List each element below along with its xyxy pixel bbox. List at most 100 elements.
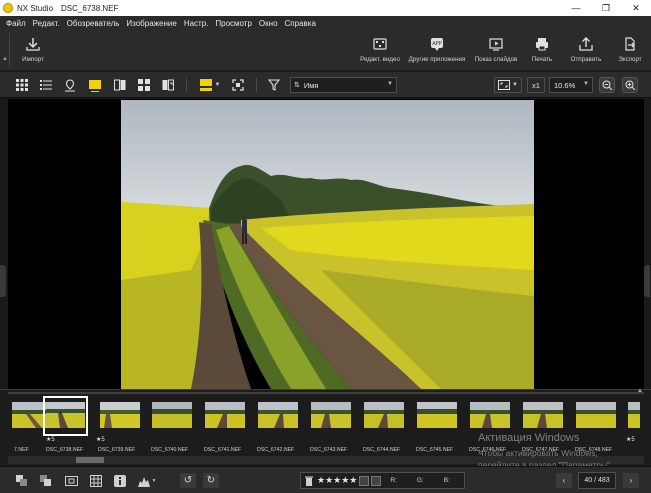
image-viewer[interactable] bbox=[0, 99, 650, 389]
sort-dropdown[interactable]: ⇅ Имя ▼ bbox=[290, 77, 397, 93]
sidebar-handle[interactable] bbox=[8, 33, 14, 67]
main-photo[interactable] bbox=[121, 100, 534, 389]
thumbnail[interactable] bbox=[311, 402, 351, 428]
filmstrip: ▲ ★5 ★5 ★5 7.NEF DSC_6738.NEF DSC_6739.N… bbox=[0, 388, 651, 470]
next-image-button[interactable]: › bbox=[623, 473, 639, 488]
menu-help[interactable]: Справка bbox=[285, 19, 316, 28]
stack-icon bbox=[16, 474, 27, 486]
chevron-down-icon: ▼ bbox=[151, 477, 157, 484]
list-view-button[interactable] bbox=[38, 77, 54, 93]
other-apps-label: Другие приложения bbox=[408, 56, 466, 63]
right-panel-handle[interactable] bbox=[644, 265, 650, 297]
before-after-button[interactable] bbox=[160, 77, 176, 93]
send-button[interactable]: Отправить bbox=[568, 35, 604, 67]
thumbnail-name: DSC_6739.NEF bbox=[98, 447, 136, 453]
zoom-in-button[interactable] bbox=[621, 77, 639, 93]
protect-box[interactable] bbox=[371, 475, 382, 486]
import-button[interactable]: Импорт bbox=[18, 35, 48, 67]
close-button[interactable]: ✕ bbox=[621, 0, 651, 16]
b-value-label: B: bbox=[443, 477, 450, 484]
thumbnail-rating: ★5 bbox=[626, 437, 635, 443]
fullscreen-button[interactable] bbox=[230, 77, 246, 93]
print-button[interactable]: Печать bbox=[528, 35, 556, 67]
export-label: Экспорт bbox=[618, 56, 642, 63]
activation-watermark-title: Активация Windows bbox=[478, 432, 580, 444]
scrollbar-thumb[interactable] bbox=[76, 457, 104, 463]
menu-window[interactable]: Окно bbox=[259, 19, 278, 28]
maximize-button[interactable]: ❐ bbox=[591, 0, 621, 16]
zoom-out-button[interactable] bbox=[598, 77, 616, 93]
thumbnail[interactable] bbox=[364, 402, 404, 428]
frame-icon bbox=[64, 475, 78, 486]
left-panel-handle[interactable] bbox=[0, 265, 6, 297]
other-apps-button[interactable]: APP Другие приложения bbox=[405, 35, 469, 67]
thumbnail-name: DSC_6741.NEF bbox=[204, 447, 242, 453]
fullscreen-icon bbox=[232, 79, 244, 91]
chevron-down-icon: ▼ bbox=[583, 81, 589, 87]
chevron-down-icon: ▼ bbox=[512, 82, 518, 88]
chevron-right-icon: › bbox=[629, 476, 633, 485]
thumbnail[interactable] bbox=[576, 402, 616, 428]
rating-stars[interactable]: ★★★★★ bbox=[317, 475, 357, 486]
quad-view-button[interactable] bbox=[136, 77, 152, 93]
filter-icon bbox=[268, 79, 280, 91]
thumbnail[interactable] bbox=[258, 402, 298, 428]
menu-file[interactable]: Файл bbox=[6, 19, 26, 28]
thumbnail[interactable] bbox=[205, 402, 245, 428]
menu-browser[interactable]: Обозреватель bbox=[67, 19, 120, 28]
thumbnail-name: 7.NEF bbox=[14, 447, 29, 453]
compare-view-button[interactable] bbox=[112, 77, 128, 93]
info-button[interactable] bbox=[112, 473, 128, 488]
menu-image[interactable]: Изображение bbox=[126, 19, 176, 28]
stack-button[interactable] bbox=[14, 473, 30, 488]
thumbnail[interactable] bbox=[628, 402, 640, 428]
thumbnail[interactable] bbox=[417, 402, 457, 428]
print-label: Печать bbox=[531, 56, 553, 63]
slideshow-button[interactable]: Показ слайдов bbox=[472, 35, 520, 67]
view-toolbar: ▼ ⇅ Имя ▼ ▼ x1 10.6% ▼ bbox=[0, 72, 651, 98]
histogram-button[interactable]: ▼ bbox=[136, 473, 158, 488]
trash-icon[interactable] bbox=[305, 476, 313, 486]
actual-size-button[interactable]: x1 bbox=[527, 77, 545, 93]
single-view-button[interactable] bbox=[86, 77, 104, 93]
map-view-button[interactable] bbox=[62, 77, 78, 93]
thumbnail[interactable] bbox=[100, 402, 140, 428]
image-counter: 40 / 483 bbox=[578, 472, 616, 489]
film-edit-icon bbox=[371, 35, 389, 53]
chevron-up-icon[interactable]: ▲ bbox=[637, 388, 643, 394]
layout-dropdown-button[interactable]: ▼ bbox=[198, 77, 222, 93]
chevron-down-icon: ▼ bbox=[387, 81, 393, 87]
menu-settings[interactable]: Настр. bbox=[184, 19, 209, 28]
quad-icon bbox=[138, 79, 150, 91]
previous-image-button[interactable]: ‹ bbox=[556, 473, 572, 488]
thumbnail[interactable] bbox=[152, 402, 192, 428]
rotate-left-button[interactable]: ↺ bbox=[180, 473, 196, 488]
edit-video-button[interactable]: Редакт. видео bbox=[358, 35, 402, 67]
unstack-button[interactable] bbox=[38, 473, 54, 488]
minimize-button[interactable]: — bbox=[561, 0, 591, 16]
export-button[interactable]: Экспорт bbox=[614, 35, 646, 67]
thumbnail[interactable] bbox=[523, 402, 563, 428]
zoom-dropdown[interactable]: 10.6% ▼ bbox=[549, 77, 593, 93]
thumbnail-selected[interactable] bbox=[46, 402, 85, 428]
chevron-down-icon: ▼ bbox=[214, 82, 221, 88]
edit-video-label: Редакт. видео bbox=[360, 56, 400, 63]
share-icon bbox=[577, 35, 595, 53]
label-color-box[interactable] bbox=[359, 475, 370, 486]
rotate-right-button[interactable]: ↻ bbox=[203, 473, 219, 488]
compare-icon bbox=[114, 79, 126, 91]
grid-view-button[interactable] bbox=[14, 77, 30, 93]
collapse-arrow-icon[interactable]: ▲ bbox=[2, 56, 8, 62]
frame-button[interactable] bbox=[62, 473, 80, 488]
filter-button[interactable] bbox=[266, 77, 282, 93]
menu-edit[interactable]: Редакт. bbox=[33, 19, 60, 28]
printer-icon bbox=[533, 35, 551, 53]
import-icon bbox=[24, 35, 42, 53]
file-title: DSC_6738.NEF bbox=[61, 3, 119, 13]
import-label: Импорт bbox=[22, 56, 44, 63]
menu-view[interactable]: Просмотр bbox=[215, 19, 252, 28]
thumbnail[interactable] bbox=[470, 402, 510, 428]
grid-overlay-button[interactable] bbox=[88, 473, 104, 488]
fit-screen-dropdown[interactable]: ▼ bbox=[494, 77, 522, 93]
grid-overlay-icon bbox=[90, 474, 102, 487]
